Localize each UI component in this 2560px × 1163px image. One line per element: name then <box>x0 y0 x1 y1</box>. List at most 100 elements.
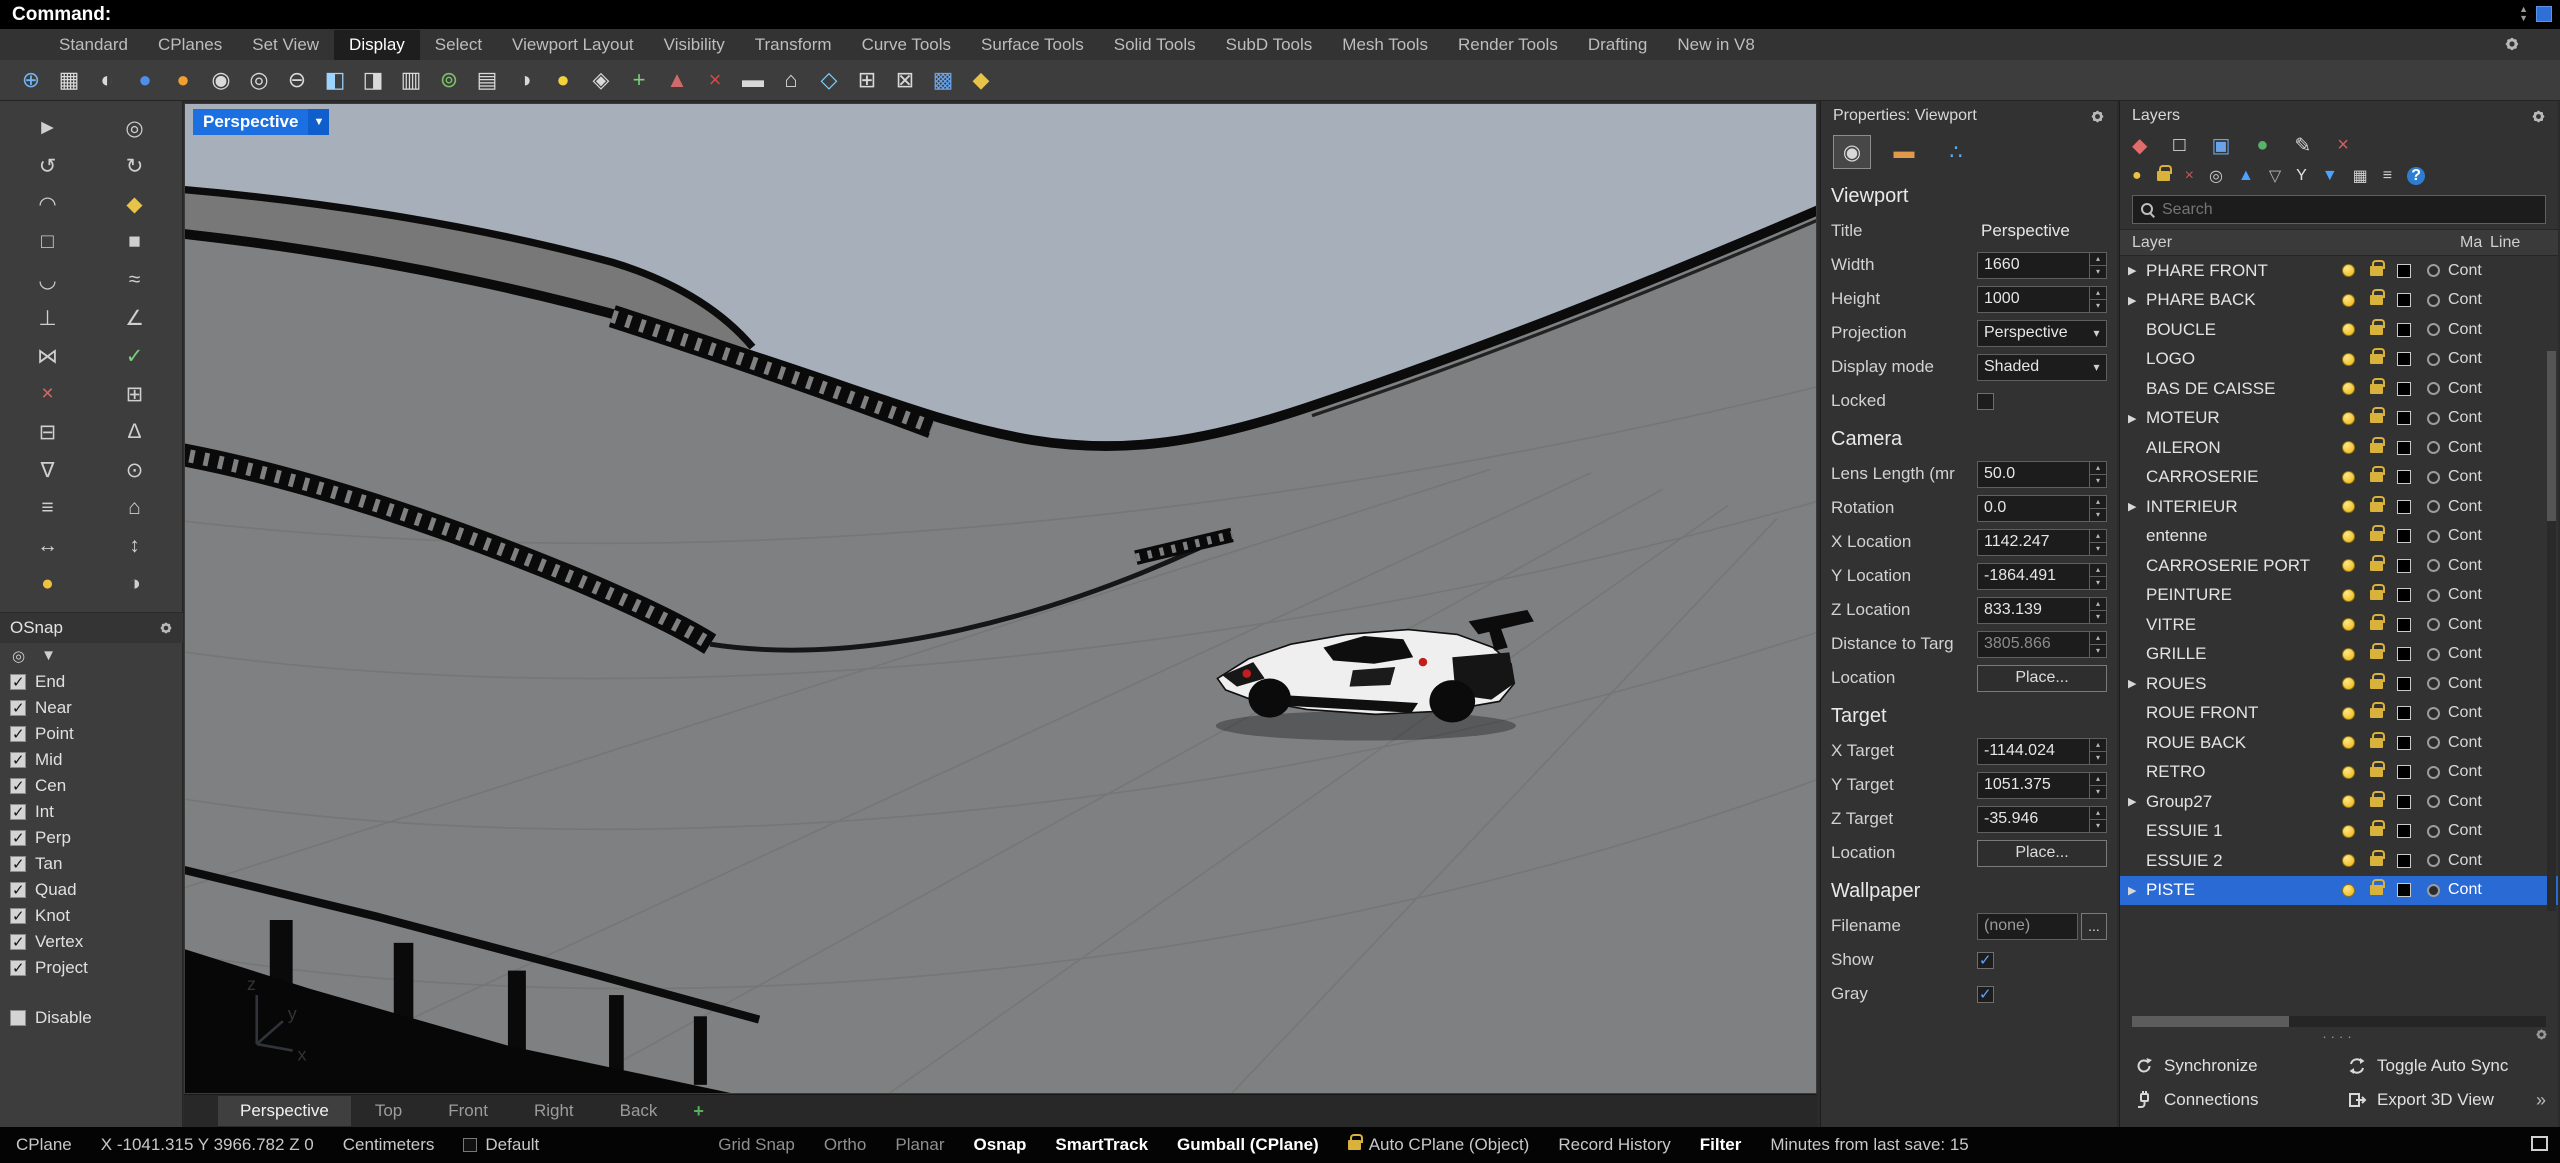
pyramid-icon[interactable]: ▲ <box>660 64 694 96</box>
spin-down-icon[interactable]: ▾ <box>2090 820 2106 832</box>
menu-item-subd-tools[interactable]: SubD Tools <box>1211 30 1328 60</box>
delete-icon[interactable]: × <box>2185 167 2194 185</box>
visibility-bulb-icon[interactable] <box>2342 294 2355 307</box>
orange-sphere-icon[interactable]: ● <box>166 64 200 96</box>
status-smarttrack[interactable]: SmartTrack <box>1055 1135 1148 1155</box>
rename-layer-icon[interactable]: ✎ <box>2294 133 2311 158</box>
status-osnap[interactable]: Osnap <box>974 1135 1027 1155</box>
lock-icon[interactable] <box>2370 295 2383 305</box>
layer-linetype[interactable]: Cont <box>2448 409 2500 427</box>
lock-icon[interactable] <box>2370 767 2383 777</box>
rect-tool-icon[interactable]: □ <box>4 223 91 261</box>
perspective-viewport[interactable]: z y x Perspective ▼ <box>184 103 1817 1094</box>
layer-linetype[interactable]: Cont <box>2448 439 2500 457</box>
column-linetype[interactable]: Line <box>2490 234 2542 252</box>
lock-icon[interactable] <box>2370 502 2383 512</box>
chevron-down-icon[interactable]: ▾ <box>2087 355 2106 380</box>
layer-row-moteur[interactable]: ▶MOTEURCont <box>2120 404 2558 434</box>
checkbox-icon[interactable] <box>10 778 26 794</box>
nabla-tool-icon[interactable]: ∇ <box>4 451 91 489</box>
layer-color-swatch[interactable] <box>2397 382 2411 396</box>
input-z-target[interactable]: -35.946▴▾ <box>1977 806 2107 833</box>
viewport-tab-top[interactable]: Top <box>353 1096 424 1126</box>
layers-horizontal-scrollbar[interactable] <box>2132 1016 2546 1027</box>
layer-linetype[interactable]: Cont <box>2448 763 2500 781</box>
layer-linetype[interactable]: Cont <box>2448 350 2500 368</box>
material-icon[interactable] <box>2427 677 2440 690</box>
status-planar[interactable]: Planar <box>895 1135 944 1155</box>
osnap-toggle-cen[interactable]: Cen <box>0 773 183 799</box>
spin-up-icon[interactable]: ▴ <box>2090 564 2106 577</box>
wave-tool-icon[interactable]: ≈ <box>91 261 178 299</box>
layer-linetype[interactable]: Cont <box>2448 881 2500 899</box>
layer-color-swatch[interactable] <box>2397 588 2411 602</box>
expand-icon[interactable]: ▶ <box>2128 500 2146 513</box>
lock-icon[interactable] <box>2370 856 2383 866</box>
material-icon[interactable] <box>2427 353 2440 366</box>
material-icon[interactable] <box>2427 795 2440 808</box>
visibility-bulb-icon[interactable] <box>2342 795 2355 808</box>
osnap-toggle-point[interactable]: Point <box>0 721 183 747</box>
checkbox-icon[interactable] <box>10 856 26 872</box>
spinner-stepper[interactable]: ▴▾ <box>2089 530 2106 555</box>
material-icon[interactable] <box>2427 264 2440 277</box>
command-bar[interactable]: Command: ▲▼ <box>0 0 2560 29</box>
osnap-toggle-int[interactable]: Int <box>0 799 183 825</box>
array-tool-icon[interactable]: ⊞ <box>91 375 178 413</box>
spin-down-icon[interactable]: ▾ <box>2090 509 2106 521</box>
layers-vertical-scrollbar[interactable] <box>2547 351 2556 911</box>
lock-icon[interactable] <box>2370 413 2383 423</box>
target-icon[interactable]: ◎ <box>242 64 276 96</box>
perp-tool-icon[interactable]: ⊥ <box>4 299 91 337</box>
layer-color-swatch[interactable] <box>2397 470 2411 484</box>
spinner-stepper[interactable]: ▴▾ <box>2089 739 2106 764</box>
expand-icon[interactable]: ▶ <box>2128 884 2146 897</box>
layers-column-header[interactable]: Layer Ma Line <box>2120 229 2558 256</box>
checkbox-icon[interactable] <box>10 752 26 768</box>
more-panels-icon[interactable]: » <box>2536 1090 2546 1111</box>
layer-row-interieur[interactable]: ▶INTERIEURCont <box>2120 492 2558 522</box>
layer-linetype[interactable]: Cont <box>2448 793 2500 811</box>
triangle-tool-icon[interactable]: Δ <box>91 413 178 451</box>
shaded-sphere-icon[interactable]: ◐ <box>90 64 124 96</box>
layer-linetype[interactable]: Cont <box>2448 852 2500 870</box>
move-v-tool-icon[interactable]: ↕ <box>91 527 178 565</box>
spin-down-icon[interactable]: ▾ <box>2090 300 2106 312</box>
checkbox-icon[interactable] <box>10 1010 26 1026</box>
input-rotation[interactable]: 0.0▴▾ <box>1977 495 2107 522</box>
material-icon[interactable] <box>2427 736 2440 749</box>
layer-linetype[interactable]: Cont <box>2448 498 2500 516</box>
lock-icon[interactable] <box>2370 708 2383 718</box>
spinner-stepper[interactable]: ▴▾ <box>2089 287 2106 312</box>
layer-row-grille[interactable]: GRILLECont <box>2120 640 2558 670</box>
grid-plus-icon[interactable]: ⊞ <box>850 64 884 96</box>
spinner-stepper[interactable]: ▴▾ <box>2089 632 2106 657</box>
visibility-bulb-icon[interactable] <box>2342 500 2355 513</box>
osnap-toggle-quad[interactable]: Quad <box>0 877 183 903</box>
list-menu-icon[interactable]: ≡ <box>2383 167 2392 185</box>
input-y-location[interactable]: -1864.491▴▾ <box>1977 563 2107 590</box>
layer-row-roues[interactable]: ▶ROUESCont <box>2120 669 2558 699</box>
join-tool-icon[interactable]: ⋈ <box>4 337 91 375</box>
layer-color-swatch[interactable] <box>2397 441 2411 455</box>
expand-icon[interactable]: ▶ <box>2128 795 2146 808</box>
input-x-location[interactable]: 1142.247▴▾ <box>1977 529 2107 556</box>
render-properties-tab-icon[interactable]: ∴ <box>1937 135 1975 169</box>
viewport-properties-tab-icon[interactable]: ◉ <box>1833 135 1871 169</box>
subtract-tool-icon[interactable]: ⊟ <box>4 413 91 451</box>
synchronize-button[interactable]: Synchronize <box>2126 1049 2339 1083</box>
visibility-bulb-icon[interactable] <box>2342 884 2355 897</box>
spin-down-icon[interactable]: ▾ <box>2090 645 2106 657</box>
spin-down-icon[interactable]: ▾ <box>2090 786 2106 798</box>
grid-icon[interactable]: ▦ <box>52 64 86 96</box>
move-down-icon[interactable]: ▽ <box>2269 166 2281 186</box>
expand-icon[interactable]: ▶ <box>2128 677 2146 690</box>
layer-linetype[interactable]: Cont <box>2448 822 2500 840</box>
layer-linetype[interactable]: Cont <box>2448 321 2500 339</box>
lock-icon[interactable] <box>2370 472 2383 482</box>
material-icon[interactable] <box>2427 559 2440 572</box>
spin-down-icon[interactable]: ▾ <box>2090 475 2106 487</box>
visibility-bulb-icon[interactable] <box>2342 382 2355 395</box>
expand-icon[interactable]: ▶ <box>2128 264 2146 277</box>
visibility-bulb-icon[interactable] <box>2342 736 2355 749</box>
